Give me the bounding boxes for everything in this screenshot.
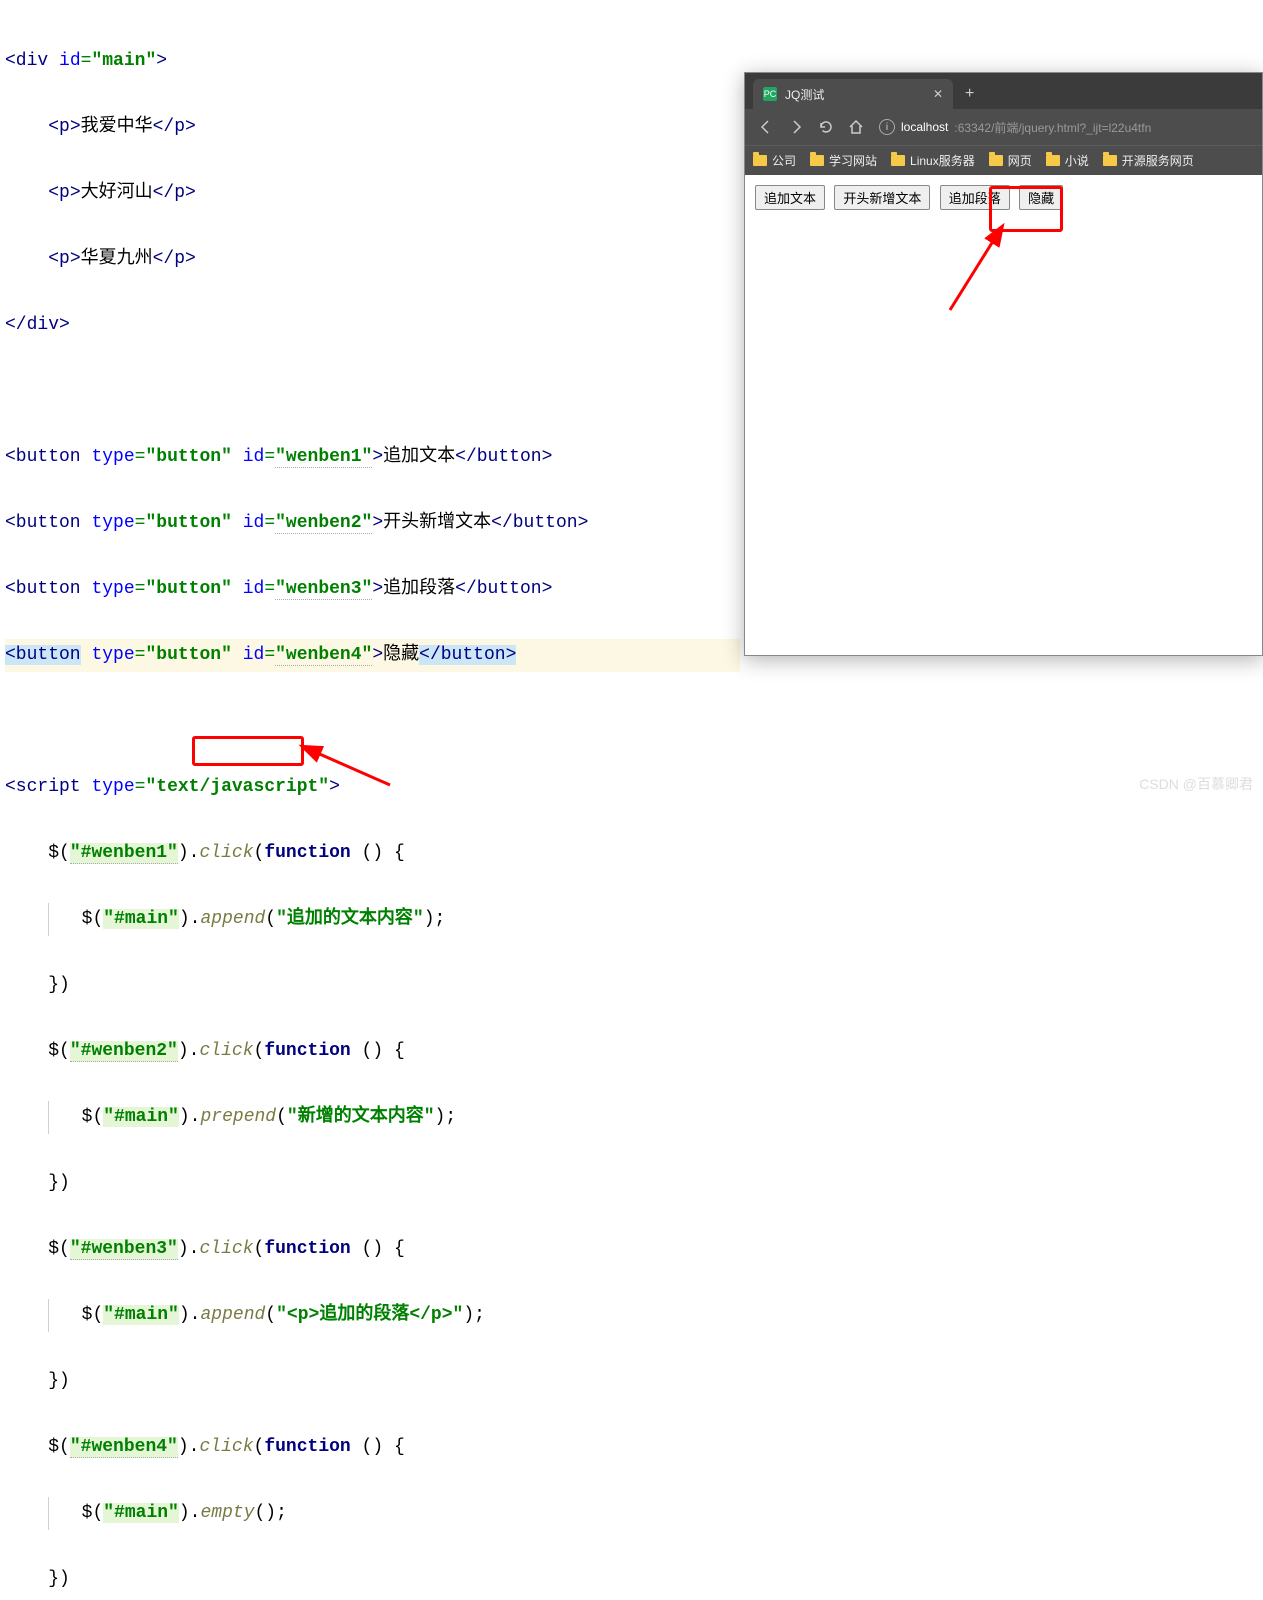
- bookmark-item[interactable]: 网页: [989, 152, 1032, 169]
- browser-navbar: i localhost :63342/前端/jquery.html?_ijt=l2…: [745, 109, 1262, 145]
- bookmark-item[interactable]: 公司: [753, 152, 796, 169]
- url-bar[interactable]: i localhost :63342/前端/jquery.html?_ijt=l2…: [873, 119, 1254, 136]
- folder-icon: [1103, 155, 1117, 166]
- url-host: localhost: [901, 120, 948, 134]
- site-info-icon[interactable]: i: [879, 119, 895, 135]
- folder-icon: [989, 155, 1003, 166]
- browser-tabbar: PC JQ测试 ✕ +: [745, 73, 1262, 109]
- reload-icon[interactable]: [813, 114, 839, 140]
- folder-icon: [1046, 155, 1060, 166]
- bookmark-item[interactable]: 开源服务网页: [1103, 152, 1194, 169]
- tag-div-open: <div: [5, 51, 48, 71]
- annotation-arrow-hide: [940, 220, 1030, 326]
- code-editor: <div id="main"> <p>我爱中华</p> <p>大好河山</p> …: [5, 12, 740, 1600]
- page-button-prepend-text[interactable]: 开头新增文本: [834, 185, 930, 210]
- bookmark-item[interactable]: Linux服务器: [891, 152, 975, 169]
- page-button-append-text[interactable]: 追加文本: [755, 185, 825, 210]
- watermark: CSDN @百慕卿君: [1139, 774, 1253, 794]
- annotation-box-empty-call: [192, 736, 304, 766]
- tab-close-icon[interactable]: ✕: [933, 87, 943, 101]
- folder-icon: [753, 155, 767, 166]
- tab-title: JQ测试: [785, 86, 925, 103]
- favicon-icon: PC: [763, 87, 777, 101]
- bookmark-item[interactable]: 学习网站: [810, 152, 877, 169]
- bookmarks-bar: 公司 学习网站 Linux服务器 网页 小说 开源服务网页: [745, 145, 1262, 175]
- browser-window: PC JQ测试 ✕ + i localhost :63342/前端/jquery.…: [744, 72, 1263, 656]
- url-rest: :63342/前端/jquery.html?_ijt=l22u4tfn: [954, 119, 1151, 136]
- bookmark-item[interactable]: 小说: [1046, 152, 1089, 169]
- back-icon[interactable]: [753, 114, 779, 140]
- forward-icon[interactable]: [783, 114, 809, 140]
- browser-tab[interactable]: PC JQ测试 ✕: [753, 79, 953, 109]
- home-icon[interactable]: [843, 114, 869, 140]
- folder-icon: [810, 155, 824, 166]
- annotation-arrow-empty: [310, 740, 400, 806]
- new-tab-button[interactable]: +: [953, 79, 986, 109]
- folder-icon: [891, 155, 905, 166]
